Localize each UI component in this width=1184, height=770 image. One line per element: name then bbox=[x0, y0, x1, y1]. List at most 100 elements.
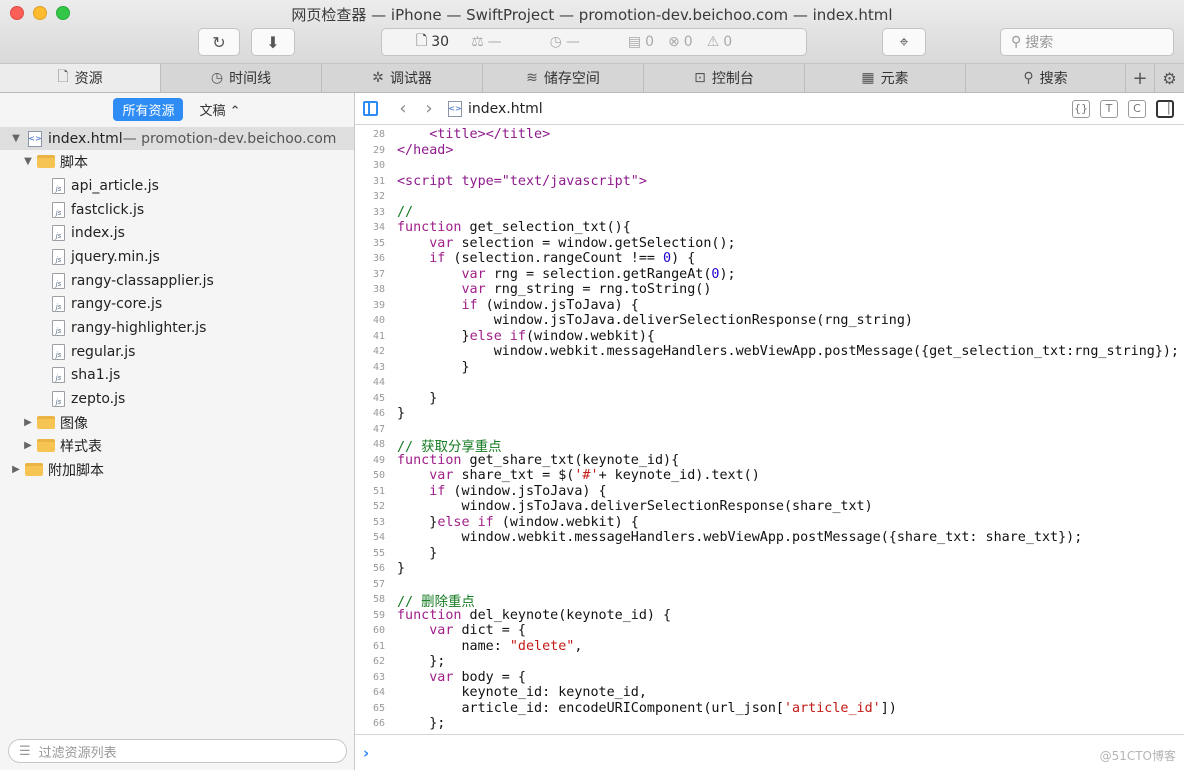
code-line[interactable]: 59 function del_keynote(keynote_id) { bbox=[355, 608, 1184, 624]
tab-debugger[interactable]: ✲ 调试器 bbox=[322, 64, 483, 92]
tree-file[interactable]: js zepto.js bbox=[0, 387, 125, 410]
code-line[interactable]: 34 function get_selection_txt(){ bbox=[355, 220, 1184, 236]
code-line[interactable]: 65 article_id: encodeURIComponent(url_js… bbox=[355, 701, 1184, 717]
code-line[interactable]: 40 window.jsToJava.deliverSelectionRespo… bbox=[355, 313, 1184, 329]
filter-all-resources[interactable]: 所有资源 bbox=[113, 97, 184, 121]
line-number: 42 bbox=[372, 346, 385, 358]
code-line[interactable]: 46} bbox=[355, 406, 1184, 422]
resources-status[interactable]: 🗋 30 bbox=[416, 30, 449, 54]
line-number: 41 bbox=[372, 330, 385, 342]
tab-storage[interactable]: ≋ 储存空间 bbox=[483, 64, 644, 92]
time-status[interactable]: ◷ — bbox=[550, 34, 580, 50]
code-line[interactable]: 58// 删除重点 bbox=[355, 592, 1184, 610]
code-view[interactable]: 28 <title></title> 29 </head> 30 31 <script t… bbox=[355, 126, 1184, 734]
code-line[interactable]: 48// 获取分享重点 bbox=[355, 437, 1184, 455]
search-field[interactable]: ⚲ 搜索 bbox=[1000, 28, 1174, 56]
code-line[interactable]: 38 var rng_string = rng.toString() bbox=[355, 282, 1184, 298]
code-line[interactable]: 54 window.webkit.messageHandlers.webView… bbox=[355, 530, 1184, 546]
tree-file[interactable]: js api_article.js bbox=[0, 174, 159, 197]
code-line[interactable]: 33 // bbox=[355, 205, 1184, 221]
code-line[interactable]: 32 bbox=[355, 189, 1184, 205]
tree-file[interactable]: js rangy-classapplier.js bbox=[0, 269, 214, 292]
code-line[interactable]: 62 }; bbox=[355, 654, 1184, 670]
html-file-icon: <> bbox=[28, 130, 42, 147]
settings-button[interactable]: ⚙ bbox=[1155, 64, 1184, 92]
code-line[interactable]: 51 if (window.jsToJava) { bbox=[355, 484, 1184, 500]
crosshair-icon: ⌖ bbox=[899, 32, 909, 51]
toggle-details-sidebar-button[interactable]: ▕ bbox=[1156, 99, 1174, 118]
tree-file[interactable]: js index.js bbox=[0, 221, 125, 244]
js-file-icon: js bbox=[52, 390, 65, 407]
network-status[interactable]: ⚖ — bbox=[471, 34, 502, 50]
code-line[interactable]: 36 if (selection.rangeCount !== 0) { bbox=[355, 251, 1184, 267]
title-bar: 网页检查器 — iPhone — SwiftProject — promotio… bbox=[0, 0, 1184, 64]
line-number: 54 bbox=[372, 532, 385, 544]
reload-button[interactable]: ↻ bbox=[198, 28, 240, 56]
line-number: 29 bbox=[372, 144, 385, 156]
pretty-print-button[interactable]: {} bbox=[1072, 99, 1090, 118]
editor-breadcrumb-file[interactable]: index.html bbox=[468, 101, 543, 117]
code-line[interactable]: 52 window.jsToJava.deliverSelectionRespo… bbox=[355, 499, 1184, 515]
code-line[interactable]: 66 }; bbox=[355, 716, 1184, 732]
tree-folder-images[interactable]: ▶ 图像 bbox=[0, 411, 88, 434]
tree-file[interactable]: js fastclick.js bbox=[0, 198, 144, 221]
warning-status[interactable]: ⚠ 0 bbox=[707, 34, 732, 50]
tab-timeline[interactable]: ◷ 时间线 bbox=[161, 64, 322, 92]
download-button[interactable]: ⬇ bbox=[251, 28, 295, 56]
code-line[interactable]: 39 if (window.jsToJava) { bbox=[355, 298, 1184, 314]
code-line[interactable]: 56} bbox=[355, 561, 1184, 577]
code-line[interactable]: 63 var body = { bbox=[355, 670, 1184, 686]
code-line[interactable]: 57 bbox=[355, 577, 1184, 593]
type-profiler-button[interactable]: T bbox=[1100, 99, 1118, 118]
code-line[interactable]: 35 var selection = window.getSelection()… bbox=[355, 236, 1184, 252]
code-line[interactable]: 42 window.webkit.messageHandlers.webView… bbox=[355, 344, 1184, 360]
filter-documents[interactable]: 文稿 ⌃ bbox=[199, 100, 240, 119]
code-line[interactable]: 44 bbox=[355, 375, 1184, 391]
code-line[interactable]: 41 }else if(window.webkit){ bbox=[355, 329, 1184, 345]
tree-file[interactable]: js jquery.min.js bbox=[0, 245, 160, 268]
line-content: window.jsToJava.deliverSelectionResponse… bbox=[397, 313, 913, 329]
console-icon: ⊡ bbox=[694, 70, 706, 86]
tree-file[interactable]: js rangy-core.js bbox=[0, 292, 162, 315]
tab-elements[interactable]: ▦ 元素 bbox=[805, 64, 966, 92]
tab-resources[interactable]: 🗋 资源 bbox=[0, 64, 161, 92]
line-number: 28 bbox=[372, 129, 385, 141]
tree-file[interactable]: js rangy-highlighter.js bbox=[0, 316, 206, 339]
new-tab-button[interactable]: + bbox=[1126, 64, 1155, 92]
tree-folder-extra-scripts[interactable]: ▶ 附加脚本 bbox=[0, 458, 104, 481]
code-coverage-button[interactable]: C bbox=[1128, 99, 1146, 118]
code-line[interactable]: 50 var share_txt = $('#'+ keynote_id).te… bbox=[355, 468, 1184, 484]
back-button[interactable]: ‹ bbox=[390, 98, 416, 119]
line-number: 52 bbox=[372, 501, 385, 513]
code-line[interactable]: 29 </head> bbox=[355, 143, 1184, 159]
code-line[interactable]: 30 bbox=[355, 158, 1184, 174]
code-line[interactable]: 60 var dict = { bbox=[355, 623, 1184, 639]
code-line[interactable]: 64 keynote_id: keynote_id, bbox=[355, 685, 1184, 701]
code-line[interactable]: 43 } bbox=[355, 360, 1184, 376]
tree-file[interactable]: js regular.js bbox=[0, 340, 135, 363]
tree-folder-stylesheets[interactable]: ▶ 样式表 bbox=[0, 434, 102, 457]
forward-button[interactable]: › bbox=[416, 98, 442, 119]
tree-item-index-html[interactable]: ▼ <> index.html — promotion-dev.beichoo.… bbox=[0, 127, 354, 150]
tree-folder-scripts[interactable]: ▼ 脚本 bbox=[0, 150, 88, 173]
log-status[interactable]: ▤ 0 bbox=[628, 34, 654, 50]
tab-console[interactable]: ⊡ 控制台 bbox=[644, 64, 805, 92]
line-number: 37 bbox=[372, 268, 385, 280]
code-line[interactable]: 55 } bbox=[355, 546, 1184, 562]
toggle-sidebar-button[interactable] bbox=[363, 101, 378, 116]
error-status[interactable]: ⊗ 0 bbox=[668, 34, 693, 50]
code-line[interactable]: 49 function get_share_txt(keynote_id){ bbox=[355, 453, 1184, 469]
code-line[interactable]: 31 <script type="text/javascript"> bbox=[355, 174, 1184, 190]
code-line[interactable]: 37 var rng = selection.getRangeAt(0); bbox=[355, 267, 1184, 283]
line-number: 31 bbox=[372, 175, 385, 187]
line-content: var dict = { bbox=[429, 623, 526, 639]
inspect-element-button[interactable]: ⌖ bbox=[882, 28, 926, 56]
code-line[interactable]: 53 }else if (window.webkit) { bbox=[355, 515, 1184, 531]
code-line[interactable]: 28 <title></title> bbox=[355, 127, 1184, 143]
quick-console[interactable]: › bbox=[355, 734, 1184, 770]
tab-search[interactable]: ⚲ 搜索 bbox=[966, 64, 1126, 92]
code-line[interactable]: 45 } bbox=[355, 391, 1184, 407]
resource-filter-input[interactable]: ☰ 过滤资源列表 bbox=[8, 739, 347, 763]
tree-file[interactable]: js sha1.js bbox=[0, 363, 120, 386]
code-line[interactable]: 61 name: "delete", bbox=[355, 639, 1184, 655]
